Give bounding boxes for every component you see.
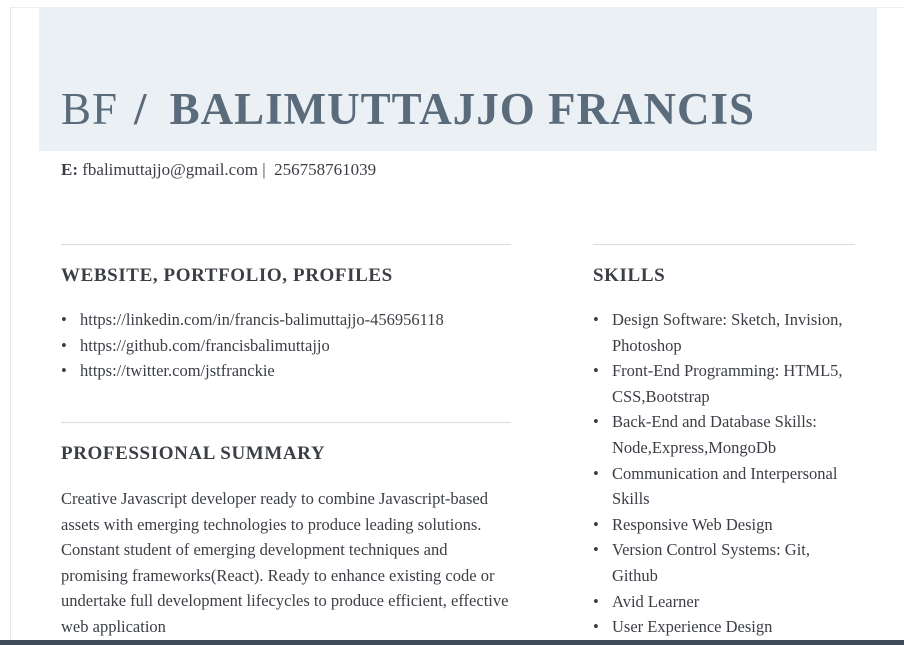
- profiles-section-title: WEBSITE, PORTFOLIO, PROFILES: [61, 265, 393, 286]
- email-address[interactable]: fbalimuttajjo@gmail.com: [82, 160, 258, 179]
- contact-divider: |: [262, 160, 266, 179]
- phone-number[interactable]: 256758761039: [274, 160, 376, 179]
- profiles-list: https://linkedin.com/in/francis-balimutt…: [61, 307, 521, 384]
- skill-item: Communication and Interpersonal Skills: [593, 461, 855, 512]
- resume-page: BF / BALIMUTTAJJO FRANCIS E: fbalimuttajjo…: [10, 7, 904, 642]
- profile-link-github[interactable]: https://github.com/francisbalimuttajjo: [61, 333, 521, 359]
- email-label: E:: [61, 160, 78, 179]
- full-name: BALIMUTTAJJO FRANCIS: [169, 84, 756, 134]
- skills-divider: [593, 244, 855, 245]
- skill-item: Back-End and Database Skills: Node,Expre…: [593, 409, 855, 460]
- contact-line: E: fbalimuttajjo@gmail.com | 25675876103…: [61, 160, 376, 180]
- skills-section-title: SKILLS: [593, 265, 666, 286]
- summary-text: Creative Javascript developer ready to c…: [61, 489, 509, 636]
- profiles-divider: [61, 244, 511, 245]
- skill-item: Version Control Systems: Git, Github: [593, 537, 855, 588]
- skills-list: Design Software: Sketch, Invision, Photo…: [593, 307, 855, 640]
- skill-item: User Experience Design: [593, 614, 855, 640]
- skill-item: Avid Learner: [593, 589, 855, 615]
- skill-item: Design Software: Sketch, Invision, Photo…: [593, 307, 855, 358]
- skill-item: Responsive Web Design: [593, 512, 855, 538]
- resume-header: BF / BALIMUTTAJJO FRANCIS: [39, 8, 877, 151]
- summary-divider: [61, 422, 511, 423]
- bottom-scroll-bar: [0, 640, 904, 645]
- name-initials: BF: [61, 84, 119, 134]
- skill-item: Front-End Programming: HTML5, CSS,Bootst…: [593, 358, 855, 409]
- name-separator: /: [134, 84, 148, 134]
- profile-link-linkedin[interactable]: https://linkedin.com/in/francis-balimutt…: [61, 307, 521, 333]
- profile-link-twitter[interactable]: https://twitter.com/jstfranckie: [61, 358, 521, 384]
- summary-section-title: PROFESSIONAL SUMMARY: [61, 443, 326, 464]
- candidate-name: BF / BALIMUTTAJJO FRANCIS: [61, 84, 755, 134]
